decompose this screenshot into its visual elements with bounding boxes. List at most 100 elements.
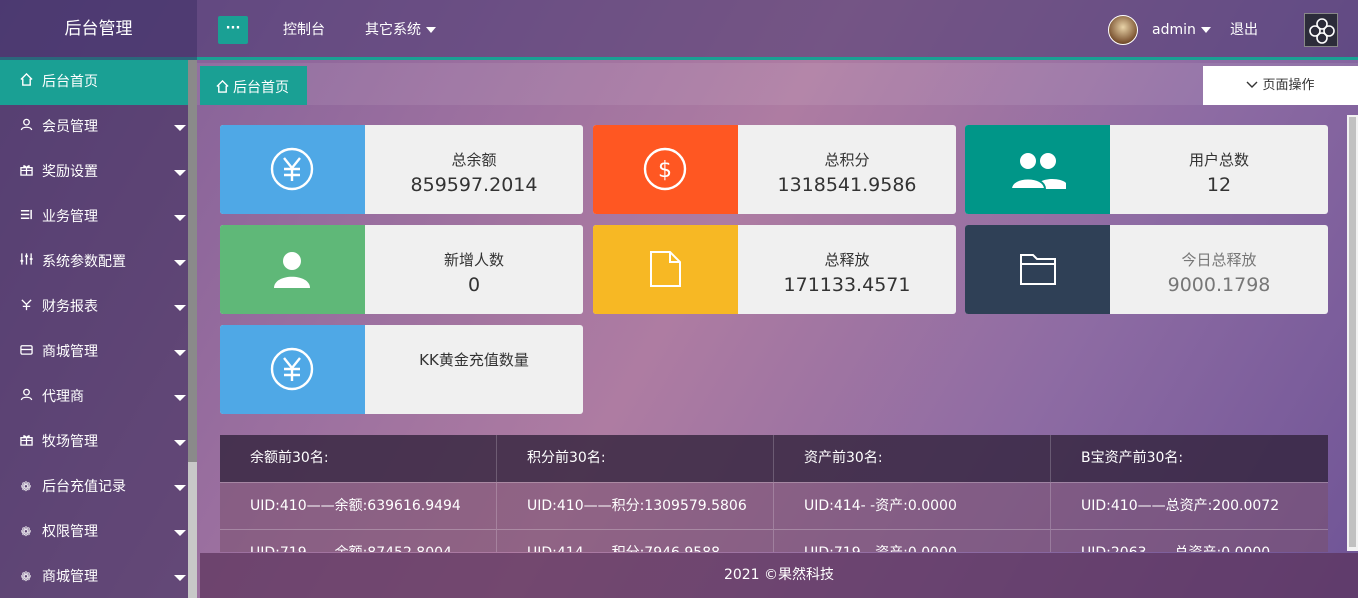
page-operations-button[interactable]: 页面操作 [1203, 66, 1358, 105]
sidebar-item-members[interactable]: 会员管理 [0, 105, 188, 150]
stat-card-total-users: 用户总数 12 [965, 125, 1328, 214]
stat-card-total-points: $ 总积分 1318541.9586 [593, 125, 956, 214]
table-cell: UID:410——余额:639616.9494 [220, 482, 497, 529]
table-header-points: 积分前30名: [497, 435, 774, 482]
nav-other-systems-label: 其它系统 [365, 22, 421, 38]
stat-card-today-release: 今日总释放 9000.1798 [965, 225, 1328, 314]
yen-icon [220, 325, 365, 414]
sidebar-item-label: 代理商 [42, 389, 84, 405]
table-cell: UID:410——总资产:200.0072 [1051, 482, 1328, 529]
sidebar-item-label: 商城管理 [42, 569, 98, 585]
content-scrollbar-thumb[interactable] [1349, 117, 1356, 547]
nav-console[interactable]: 控制台 [283, 0, 325, 60]
gift-icon [18, 420, 34, 465]
list-icon [18, 195, 34, 240]
sidebar-item-label: 后台首页 [42, 74, 98, 90]
caret-down-icon [174, 575, 186, 581]
gear-icon: ❁ [20, 525, 32, 540]
sidebar-item-shop-2[interactable]: ❁ 商城管理 [0, 555, 188, 598]
stat-label: 总积分 [824, 151, 870, 169]
menu-toggle-button[interactable]: ··· [218, 16, 248, 44]
username: admin [1152, 22, 1196, 38]
user-icon [18, 105, 34, 150]
file-icon [593, 225, 738, 314]
sidebar-item-recharge-records[interactable]: ❁ 后台充值记录 [0, 465, 188, 510]
sidebar-scrollbar-thumb[interactable] [188, 60, 197, 462]
sidebar-item-label: 系统参数配置 [42, 254, 126, 270]
stat-label: 用户总数 [1188, 151, 1249, 169]
sidebar-item-business[interactable]: 业务管理 [0, 195, 188, 240]
sidebar-item-label: 后台充值记录 [42, 479, 126, 495]
caret-down-icon [174, 125, 186, 131]
gear-icon: ❁ [20, 570, 32, 585]
sidebar-item-finance[interactable]: 财务报表 [0, 285, 188, 330]
sidebar-item-label: 权限管理 [42, 524, 98, 540]
caret-down-icon [174, 530, 186, 536]
dollar-icon: $ [593, 125, 738, 214]
stat-value: 0 [467, 274, 481, 296]
gear-icon: ❁ [20, 480, 32, 495]
caret-down-icon [174, 485, 186, 491]
tab-home[interactable]: 后台首页 [200, 66, 307, 105]
sliders-icon [18, 240, 34, 285]
caret-down-icon [174, 440, 186, 446]
tab-bar [197, 63, 1358, 105]
table-header-b-assets: B宝资产前30名: [1051, 435, 1328, 482]
sidebar-item-label: 会员管理 [42, 119, 98, 135]
users-icon [965, 125, 1110, 214]
sidebar-item-home[interactable]: 后台首页 [0, 60, 188, 105]
sidebar-item-shop[interactable]: 商城管理 [0, 330, 188, 375]
stat-value: 1318541.9586 [777, 174, 917, 196]
logout-link[interactable]: 退出 [1230, 0, 1258, 60]
sidebar-item-label: 牧场管理 [42, 434, 98, 450]
gift-icon [18, 150, 34, 195]
sidebar-item-system-config[interactable]: 系统参数配置 [0, 240, 188, 285]
brand-logo-icon [1304, 13, 1338, 47]
home-icon [216, 79, 233, 96]
chevron-down-icon [426, 27, 436, 33]
caret-down-icon [174, 305, 186, 311]
user-icon [18, 375, 34, 420]
stat-card-total-release: 总释放 171133.4571 [593, 225, 956, 314]
stat-card-total-balance: 总余额 859597.2014 [220, 125, 583, 214]
stat-label: 今日总释放 [1181, 251, 1257, 269]
table-cell: UID:414——积分:7946.9588 [497, 529, 774, 552]
chevron-down-icon [1246, 78, 1262, 93]
chevron-down-icon [1200, 27, 1211, 33]
caret-down-icon [174, 260, 186, 266]
sidebar-item-label: 财务报表 [42, 299, 98, 315]
caret-down-icon [174, 170, 186, 176]
table-cell: UID:719- -资产:0.0000 [774, 529, 1051, 552]
nav-other-systems[interactable]: 其它系统 [365, 0, 436, 60]
caret-down-icon [174, 215, 186, 221]
stat-card-new-users: 新增人数 0 [220, 225, 583, 314]
sidebar-item-agents[interactable]: 代理商 [0, 375, 188, 420]
footer: 2021 ©果然科技 [200, 553, 1358, 598]
table-cell: UID:719——余额:87452.8004 [220, 529, 497, 552]
yen-icon [220, 125, 365, 214]
sidebar-item-label: 奖励设置 [42, 164, 98, 180]
user-menu[interactable]: admin [1152, 0, 1211, 60]
page-operations-label: 页面操作 [1262, 78, 1315, 93]
ranking-table: 余额前30名: 积分前30名: 资产前30名: B宝资产前30名: UID:41… [220, 435, 1328, 552]
sidebar-item-rewards[interactable]: 奖励设置 [0, 150, 188, 195]
sidebar-item-label: 商城管理 [42, 344, 98, 360]
stat-card-kk-gold-recharge: KK黄金充值数量 [220, 325, 583, 414]
app-logo-title[interactable]: 后台管理 [0, 0, 197, 60]
caret-down-icon [174, 395, 186, 401]
stat-label: 新增人数 [443, 251, 504, 269]
avatar[interactable] [1108, 15, 1138, 45]
table-cell: UID:414- -资产:0.0000 [774, 482, 1051, 529]
table-cell: UID:410——积分:1309579.5806 [497, 482, 774, 529]
stat-value: 171133.4571 [783, 274, 911, 296]
home-icon [18, 60, 34, 105]
folder-icon [965, 225, 1110, 314]
svg-text:$: $ [658, 158, 672, 183]
sidebar-item-label: 业务管理 [42, 209, 98, 225]
table-header-balance: 余额前30名: [220, 435, 497, 482]
person-icon [220, 225, 365, 314]
sidebar-item-ranch[interactable]: 牧场管理 [0, 420, 188, 465]
sidebar-item-permissions[interactable]: ❁ 权限管理 [0, 510, 188, 555]
finance-icon [18, 285, 34, 330]
stat-label: 总余额 [451, 151, 497, 169]
